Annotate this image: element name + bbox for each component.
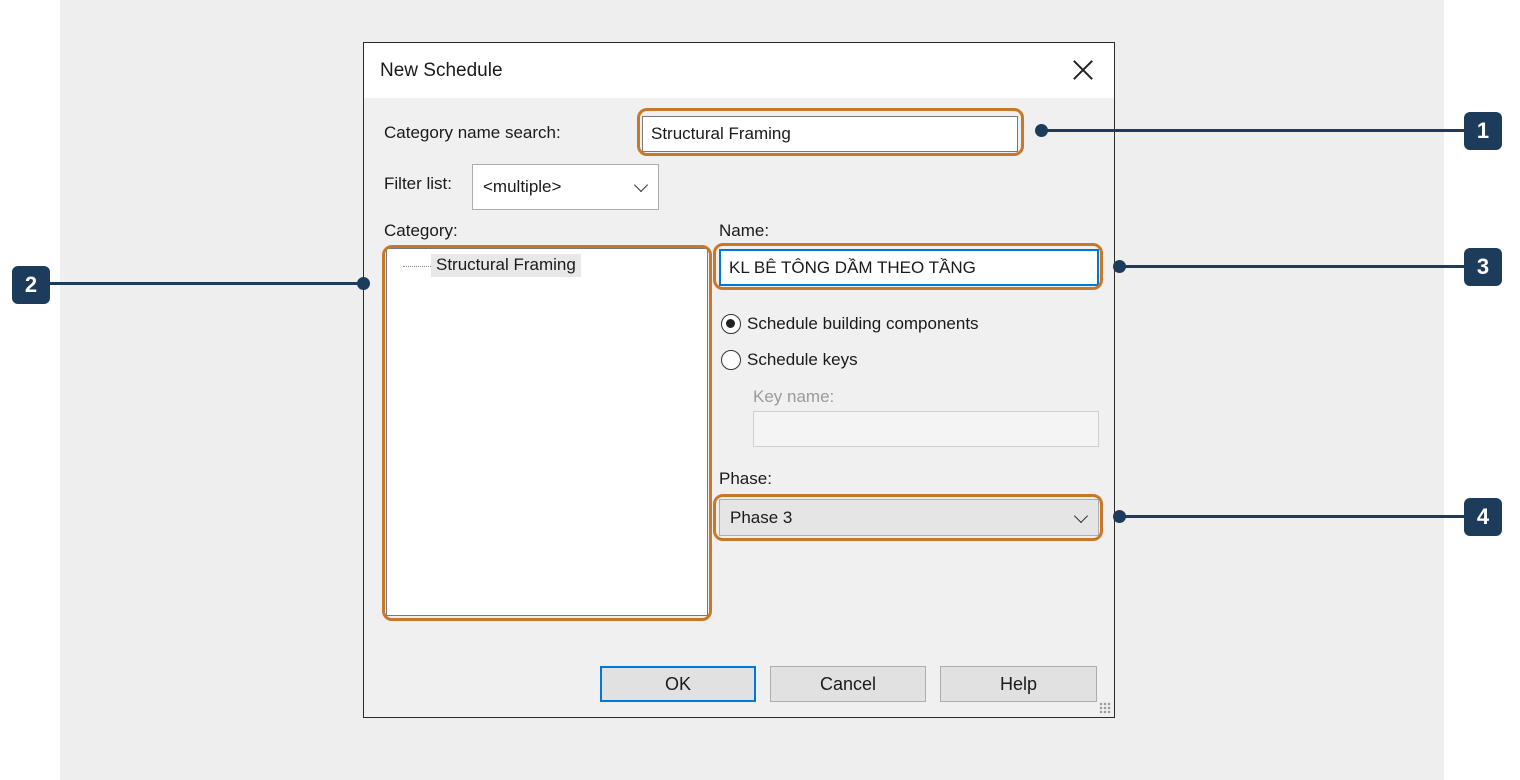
callout-3-marker: 3 (1464, 248, 1502, 286)
title-bar: New Schedule (364, 43, 1114, 98)
callout-2-marker: 2 (12, 266, 50, 304)
callout-4-line (1120, 515, 1466, 518)
callout-3-line (1120, 265, 1466, 268)
close-icon[interactable] (1066, 53, 1100, 87)
ok-button-label: OK (664, 673, 691, 694)
radio-schedule-keys[interactable] (721, 350, 741, 370)
highlight-name (713, 243, 1103, 290)
filter-list-value: <multiple> (483, 177, 562, 196)
radio-components-label[interactable]: Schedule building components (747, 314, 979, 334)
callout-1-line (1042, 129, 1466, 132)
resize-grip-icon[interactable] (1099, 702, 1111, 714)
highlight-category-search (637, 108, 1024, 156)
callout-2-dot (357, 277, 370, 290)
help-button-label: Help (999, 673, 1038, 694)
dialog-title: New Schedule (380, 60, 503, 81)
cancel-button-label: Cancel (819, 673, 877, 694)
callout-2-line (50, 282, 362, 285)
chevron-down-icon (633, 177, 649, 193)
radio-schedule-building-components[interactable] (721, 314, 741, 334)
ok-button[interactable]: OK (600, 666, 756, 702)
highlight-phase (713, 494, 1103, 541)
phase-label: Phase: (719, 469, 772, 488)
cancel-button[interactable]: Cancel (770, 666, 926, 702)
category-search-label: Category name search: (384, 123, 561, 142)
callout-4-marker: 4 (1464, 498, 1502, 536)
key-name-label: Key name: (753, 387, 835, 406)
name-label: Name: (719, 221, 770, 240)
key-name-input (753, 411, 1099, 447)
filter-list-select[interactable]: <multiple> (472, 164, 659, 210)
filter-list-label: Filter list: (384, 174, 452, 193)
callout-1-marker: 1 (1464, 112, 1502, 150)
category-label: Category: (384, 221, 458, 240)
radio-keys-label[interactable]: Schedule keys (747, 350, 858, 370)
highlight-category-list (382, 245, 712, 621)
help-button[interactable]: Help (940, 666, 1097, 702)
